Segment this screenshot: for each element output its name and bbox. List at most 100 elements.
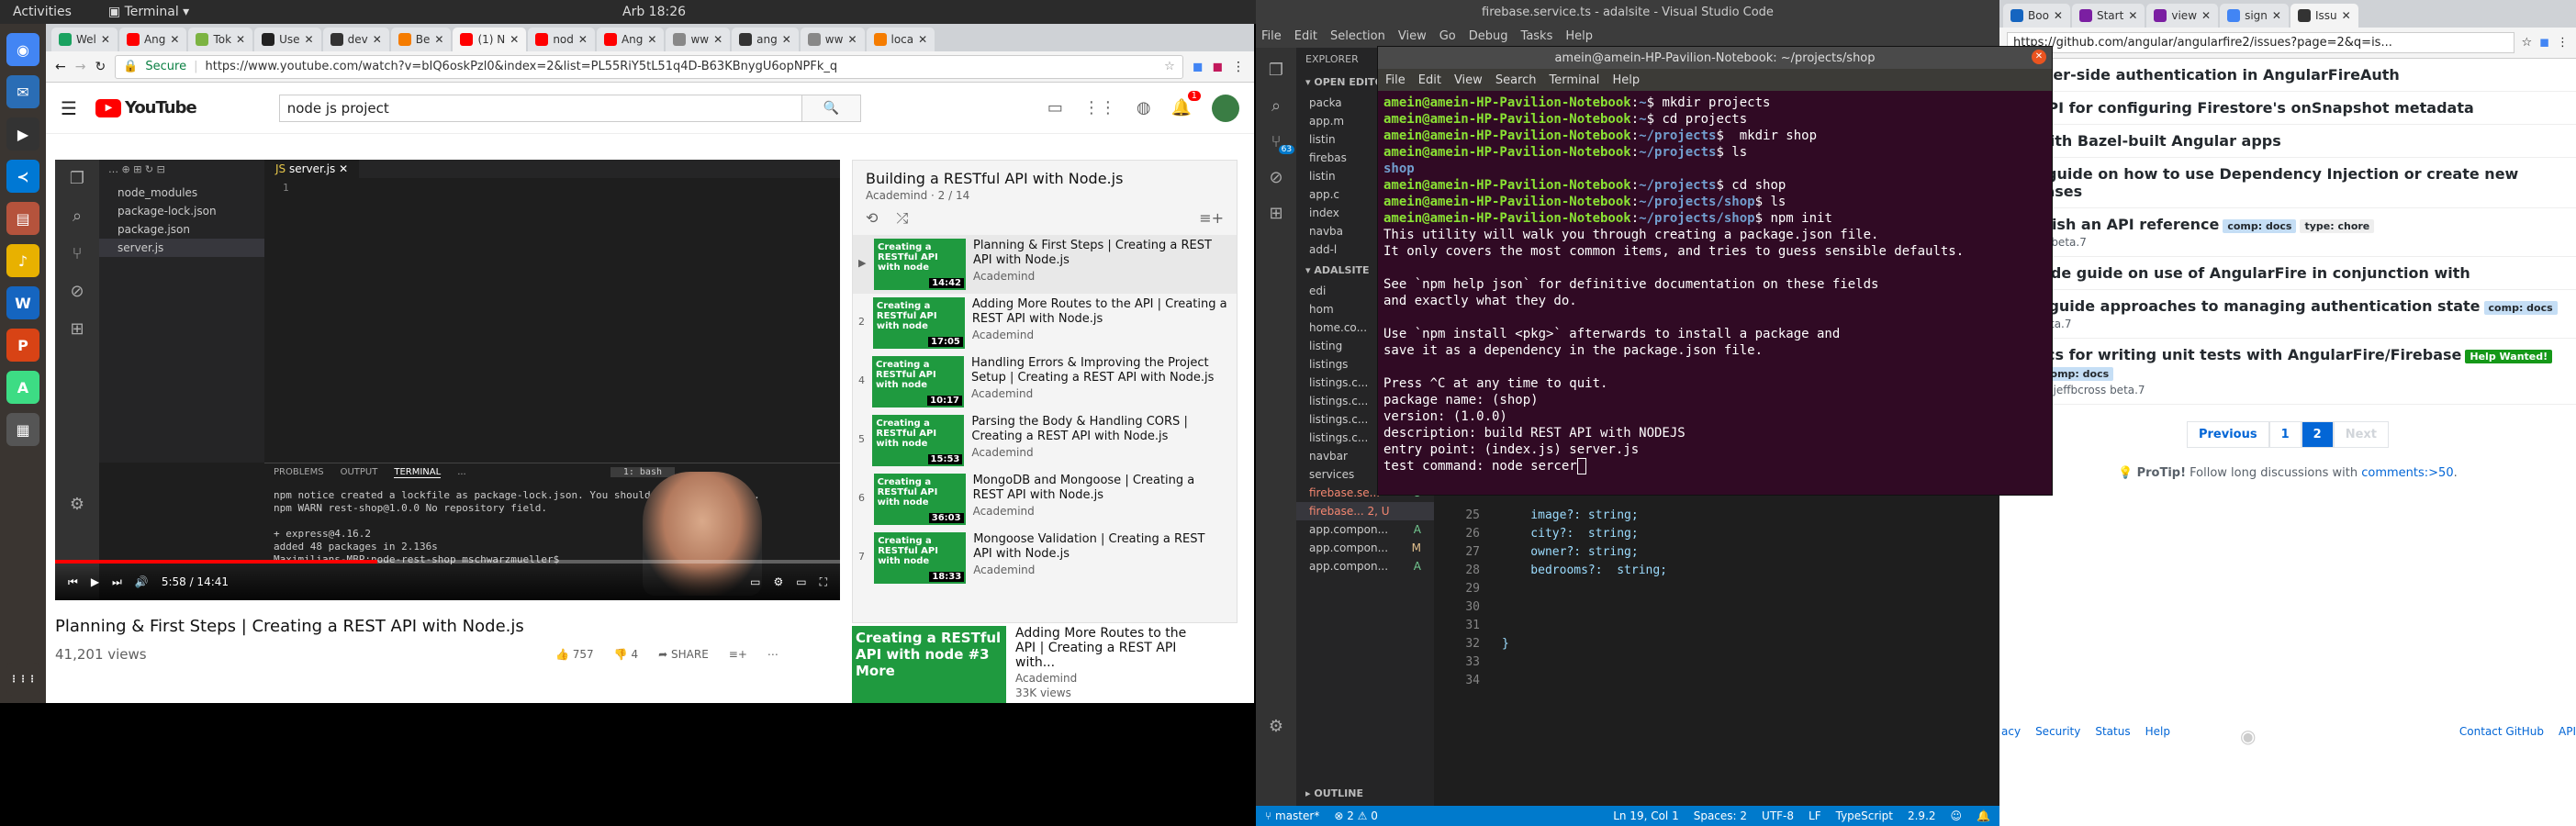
issue-label[interactable]: comp: docs — [2483, 301, 2558, 315]
close-icon[interactable]: ✕ — [236, 33, 245, 46]
menu-item-help[interactable]: Help — [1565, 29, 1593, 43]
video-player[interactable]: ❐ ⌕ ⑂ ⊘ ⊞ ⚙ … ⊕ ⊞ ↻ ⊟ node_modules packag… — [55, 160, 840, 600]
issue-label[interactable]: Help Wanted! — [2465, 350, 2553, 363]
menu-item-go[interactable]: Go — [1439, 29, 1456, 43]
issue-title[interactable]: ocs for writing unit tests with AngularF… — [2036, 346, 2461, 363]
close-icon[interactable]: ✕ — [101, 33, 110, 46]
search-input[interactable]: node js project — [278, 94, 802, 122]
footer-link[interactable]: Status — [2095, 725, 2130, 747]
issue-title[interactable]: r guide approaches to managing authentic… — [2036, 297, 2481, 315]
apps-icon[interactable]: ⋮⋮ — [1083, 98, 1116, 117]
apps-grid-icon[interactable]: ⋮⋮⋮ — [6, 663, 39, 696]
impress-icon[interactable]: P — [6, 329, 39, 362]
settings-icon[interactable]: ⚙ — [773, 575, 783, 588]
problems-status[interactable]: ⊗ 2 ⚠ 0 — [1334, 809, 1378, 822]
close-icon[interactable]: ✕ — [373, 33, 382, 46]
app-menu[interactable]: ▣ Terminal ▾ — [108, 5, 189, 19]
browser-tab[interactable]: dev ✕ — [322, 28, 389, 51]
footer-link[interactable]: acy — [2001, 725, 2021, 747]
hamburger-icon[interactable]: ☰ — [61, 97, 77, 119]
branch-status[interactable]: ⑂ master* — [1265, 809, 1319, 822]
search-icon[interactable]: ⌕ — [1271, 96, 1281, 116]
fullscreen-icon[interactable]: ⛶ — [820, 575, 827, 589]
dislike-button[interactable]: 👎 4 — [614, 648, 638, 661]
github-logo-icon[interactable]: ◉ — [2240, 725, 2256, 747]
files-icon[interactable]: ▤ — [6, 202, 39, 235]
bell-icon[interactable]: 🔔 — [1977, 809, 1990, 822]
footer-link[interactable]: Security — [2035, 725, 2080, 747]
browser-tab[interactable]: nod ✕ — [528, 28, 595, 51]
terminal-menu-view[interactable]: View — [1454, 73, 1483, 87]
playlist-item[interactable]: 5 Creating a RESTful API with node 15:53 Pa… — [853, 411, 1237, 470]
more-icon[interactable]: ⋯ — [767, 648, 778, 661]
menu-item-tasks[interactable]: Tasks — [1521, 29, 1553, 43]
ts-version[interactable]: 2.9.2 — [1908, 809, 1936, 822]
issue-title[interactable]: l guide on how to use Dependency Injecti… — [2036, 165, 2518, 200]
extension-icon[interactable]: ◼ — [1193, 60, 1204, 74]
issue-title[interactable]: blish an API reference — [2036, 216, 2219, 233]
terminal-menu-edit[interactable]: Edit — [1418, 73, 1441, 87]
star-icon[interactable]: ☆ — [1164, 60, 1175, 73]
chat-icon[interactable]: ◍ — [1137, 98, 1151, 117]
close-icon[interactable]: ✕ — [510, 33, 519, 46]
search-button[interactable]: 🔍 — [801, 94, 861, 122]
issue-label[interactable]: comp: docs — [2223, 219, 2297, 233]
browser-tab[interactable]: Boo ✕ — [2003, 4, 2070, 28]
menu-icon[interactable]: ⋮ — [2557, 36, 2569, 50]
reload-icon[interactable]: ↻ — [95, 60, 106, 74]
address-bar[interactable]: 🔒 Secure | https://www.youtube.com/watch… — [115, 54, 1183, 79]
next-icon[interactable]: ⏭ — [112, 575, 122, 589]
playlist-item[interactable]: ▶ Creating a RESTful API with node 14:42 Pl… — [853, 235, 1237, 294]
issue-title[interactable]: rver-side authentication in AngularFireA… — [2036, 66, 2400, 84]
browser-tab[interactable]: (1) N ✕ — [453, 28, 527, 51]
close-icon[interactable]: ✕ — [434, 33, 443, 46]
close-icon[interactable]: ✕ — [305, 33, 314, 46]
issue-label[interactable]: type: chore — [2300, 219, 2375, 233]
menu-item-selection[interactable]: Selection — [1330, 29, 1385, 43]
footer-link[interactable]: API — [2559, 725, 2576, 747]
browser-tab[interactable]: view ✕ — [2146, 4, 2219, 28]
menu-item-view[interactable]: View — [1398, 29, 1427, 43]
page-previous[interactable]: Previous — [2186, 421, 2269, 448]
youtube-logo[interactable]: ▶ YouTube — [95, 98, 197, 117]
upload-icon[interactable]: ▭ — [1047, 98, 1063, 117]
issue-title[interactable]: vide guide on use of AngularFire in conj… — [2036, 264, 2470, 282]
loop-icon[interactable]: ⟲ — [866, 209, 878, 228]
close-icon[interactable]: ✕ — [647, 33, 656, 46]
page-2[interactable]: 2 — [2301, 421, 2334, 448]
footer-link[interactable]: Help — [2145, 725, 2170, 747]
captions-icon[interactable]: ▭ — [750, 575, 760, 588]
browser-tab[interactable]: loca ✕ — [866, 28, 935, 51]
close-icon[interactable]: ✕ — [713, 33, 722, 46]
like-button[interactable]: 👍 757 — [555, 648, 594, 661]
playlist-item[interactable]: 6 Creating a RESTful API with node 36:03 Mo… — [853, 470, 1237, 529]
outline-header[interactable]: ▸ OUTLINE — [1296, 782, 1372, 805]
close-icon[interactable]: ✕ — [918, 33, 927, 46]
menu-icon[interactable]: ⋮ — [1232, 60, 1245, 74]
back-icon[interactable]: ← — [55, 60, 66, 74]
close-icon[interactable]: ✕ — [782, 33, 791, 46]
avatar[interactable] — [1212, 94, 1239, 122]
terminal-menu-help[interactable]: Help — [1612, 73, 1640, 87]
android-studio-icon[interactable]: A — [6, 371, 39, 404]
close-icon[interactable]: ✕ — [847, 33, 857, 46]
browser-tab[interactable]: ww ✕ — [666, 28, 731, 51]
gear-icon[interactable]: ⚙ — [1269, 717, 1283, 736]
menu-item-edit[interactable]: Edit — [1294, 29, 1317, 43]
browser-tab[interactable]: Tok ✕ — [188, 28, 253, 51]
source-control-icon[interactable]: ⑂ 63 — [1271, 132, 1295, 154]
video-icon[interactable]: ▦ — [6, 413, 39, 446]
terminal-menu-search[interactable]: Search — [1495, 73, 1537, 87]
protip-link[interactable]: comments:>50 — [2361, 466, 2453, 480]
activities-button[interactable]: Activities — [13, 5, 72, 19]
close-icon[interactable]: ✕ — [2054, 9, 2063, 22]
terminal-icon[interactable]: ▶ — [6, 117, 39, 151]
close-icon[interactable]: ✕ — [2201, 9, 2211, 22]
playlist-item[interactable]: 4 Creating a RESTful API with node 10:17 Ha… — [853, 352, 1237, 411]
debug-icon[interactable]: ⊘ — [1269, 168, 1282, 187]
issue-title[interactable]: with Bazel-built Angular apps — [2036, 132, 2281, 150]
indent-status[interactable]: Spaces: 2 — [1694, 809, 1747, 822]
terminal-window[interactable]: amein@amein-HP-Pavilion-Notebook: ~/proj… — [1377, 46, 2053, 496]
footer-link[interactable]: Contact GitHub — [2459, 725, 2544, 747]
playlist-item[interactable]: 7 Creating a RESTful API with node 18:33 Mo… — [853, 529, 1237, 587]
